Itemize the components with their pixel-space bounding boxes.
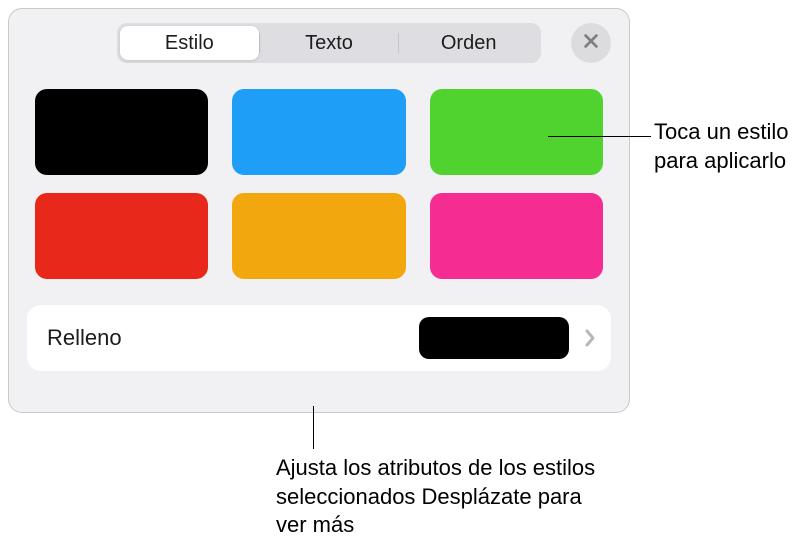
panel-header: Estilo Texto Orden [27, 23, 611, 63]
tab-style[interactable]: Estilo [120, 26, 259, 60]
tab-label: Orden [441, 32, 497, 55]
callout-leader-line [548, 136, 651, 137]
callout-adjust-attributes: Ajusta los atributos de los estilos sele… [276, 454, 606, 540]
tab-text[interactable]: Texto [260, 26, 399, 60]
segmented-control: Estilo Texto Orden [117, 23, 541, 63]
fill-label: Relleno [47, 325, 419, 351]
fill-row[interactable]: Relleno [27, 305, 611, 371]
tab-order[interactable]: Orden [399, 26, 538, 60]
tab-label: Estilo [165, 32, 214, 55]
style-swatch[interactable] [430, 89, 603, 175]
fill-color-value [419, 317, 569, 359]
style-swatch[interactable] [232, 89, 405, 175]
format-panel: Estilo Texto Orden Relleno [8, 8, 630, 413]
close-icon [582, 32, 600, 55]
close-button[interactable] [571, 23, 611, 63]
style-swatch[interactable] [35, 89, 208, 175]
callout-leader-line [313, 406, 314, 449]
style-swatch[interactable] [232, 193, 405, 279]
style-swatch-grid [27, 89, 611, 279]
tab-label: Texto [305, 32, 353, 55]
callout-tap-style: Toca un estilo para aplicarlo [654, 118, 804, 175]
style-swatch[interactable] [35, 193, 208, 279]
chevron-right-icon [583, 327, 597, 349]
style-swatch[interactable] [430, 193, 603, 279]
